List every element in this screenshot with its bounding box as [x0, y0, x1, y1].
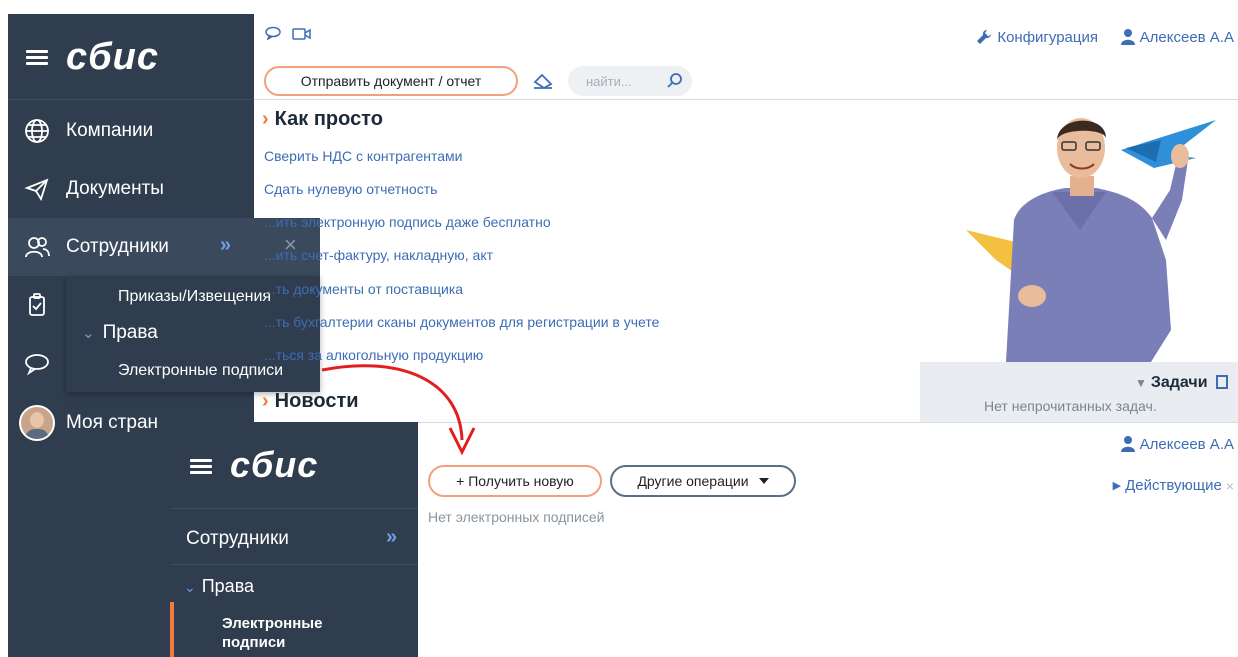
menu-icon[interactable] [190, 459, 212, 475]
filter-icon[interactable] [532, 72, 554, 95]
how-to-link[interactable]: ...ить электронную подпись даже бесплатн… [264, 214, 551, 230]
sidebar-item-tasks[interactable] [8, 276, 66, 334]
sidebar-item-contacts[interactable] [8, 334, 66, 392]
submenu-item-orders[interactable]: Приказы/Извещения [118, 288, 271, 306]
how-to-link[interactable]: Сверить НДС с контрагентами [264, 148, 462, 164]
user-link[interactable]: Алексеев А.А [1120, 28, 1234, 46]
wrench-icon [977, 29, 992, 44]
sidebar-item-signatures[interactable]: Электронные подписи [222, 614, 322, 652]
divider [170, 564, 418, 565]
menu-icon[interactable] [26, 50, 48, 66]
search-icon[interactable] [666, 72, 684, 90]
expand-icon[interactable]: » [386, 526, 397, 549]
sidebar-item-label: Сотрудники [66, 236, 169, 257]
caret-down-icon [758, 478, 769, 484]
caret-right-icon: ▶ [1112, 480, 1122, 492]
user-icon [1120, 29, 1135, 45]
how-to-section-title: › Как просто [262, 108, 383, 130]
empty-state-text: Нет электронных подписей [428, 509, 605, 525]
expand-icon[interactable]: » [220, 234, 231, 257]
avatar [19, 405, 55, 441]
active-filter[interactable]: ▶ Действующие × [1113, 477, 1234, 494]
sidebar-section-employees[interactable]: Сотрудники [186, 528, 289, 550]
chevron-right-icon: › [262, 108, 269, 130]
search-input[interactable]: найти... [568, 66, 692, 96]
configuration-link[interactable]: Конфигурация [975, 28, 1098, 46]
sidebar-item-rights[interactable]: ⌄ Права [184, 576, 254, 597]
sidebar-header: сбис [8, 14, 254, 100]
user-icon [1120, 436, 1135, 452]
promo-illustration [966, 100, 1238, 362]
chevron-down-icon: ⌄ [82, 325, 95, 342]
how-to-link[interactable]: ...ть документы от поставщика [264, 281, 463, 297]
signatures-content: Алексеев А.А + Получить новую Другие опе… [418, 422, 1238, 657]
how-to-link[interactable]: ...ить счет-фактуру, накладную, акт [264, 247, 493, 263]
news-section-title: › Новости [262, 390, 359, 412]
logo: сбис [230, 444, 319, 485]
how-to-link[interactable]: ...ть бухгалтерии сканы документов для р… [264, 314, 659, 330]
sidebar-item-label: Документы [66, 178, 164, 199]
sidebar-item-documents[interactable]: Документы [8, 160, 254, 218]
man-with-paper-cranes-image [966, 118, 1216, 362]
user-link[interactable]: Алексеев А.А [1120, 435, 1234, 453]
send-document-button[interactable]: Отправить документ / отчет [264, 66, 518, 96]
chat-bubble-icon[interactable] [264, 26, 282, 45]
submenu-item-rights[interactable]: ⌄ Права [82, 322, 158, 344]
paper-plane-icon [8, 160, 66, 218]
chat-icon [8, 334, 66, 392]
how-to-link[interactable]: ...ться за алкогольную продукцию [264, 347, 483, 363]
how-to-link[interactable]: Сдать нулевую отчетность [264, 181, 437, 197]
clipboard-icon [1216, 375, 1228, 389]
clipboard-icon [8, 276, 66, 334]
tasks-panel: ▼ Задачи Нет непрочитанных задач. [920, 362, 1238, 422]
tasks-empty-text: Нет непрочитанных задач. [984, 398, 1157, 414]
sidebar-item-label: Моя стран [66, 412, 159, 433]
globe-icon [8, 102, 66, 160]
sidebar-item-companies[interactable]: Компании [8, 102, 254, 160]
video-icon[interactable] [292, 27, 312, 45]
sidebar-front: сбис Сотрудники » ⌄ Права Электронные под… [170, 422, 418, 657]
tasks-title[interactable]: ▼ Задачи [1135, 374, 1228, 392]
caret-down-icon: ▼ [1134, 376, 1147, 390]
logo: сбис [66, 36, 160, 78]
chevron-right-icon: › [262, 390, 269, 412]
other-operations-dropdown[interactable]: Другие операции [610, 465, 796, 497]
sidebar-item-label: Компании [66, 120, 154, 141]
divider [170, 508, 418, 509]
active-indicator [170, 602, 174, 657]
chevron-down-icon: ⌄ [184, 579, 196, 595]
close-icon[interactable]: × [1226, 478, 1234, 494]
users-icon [8, 218, 66, 276]
get-new-signature-button[interactable]: + Получить новую [428, 465, 602, 497]
top-toolbar: Отправить документ / отчет найти... Конф… [254, 14, 1238, 100]
